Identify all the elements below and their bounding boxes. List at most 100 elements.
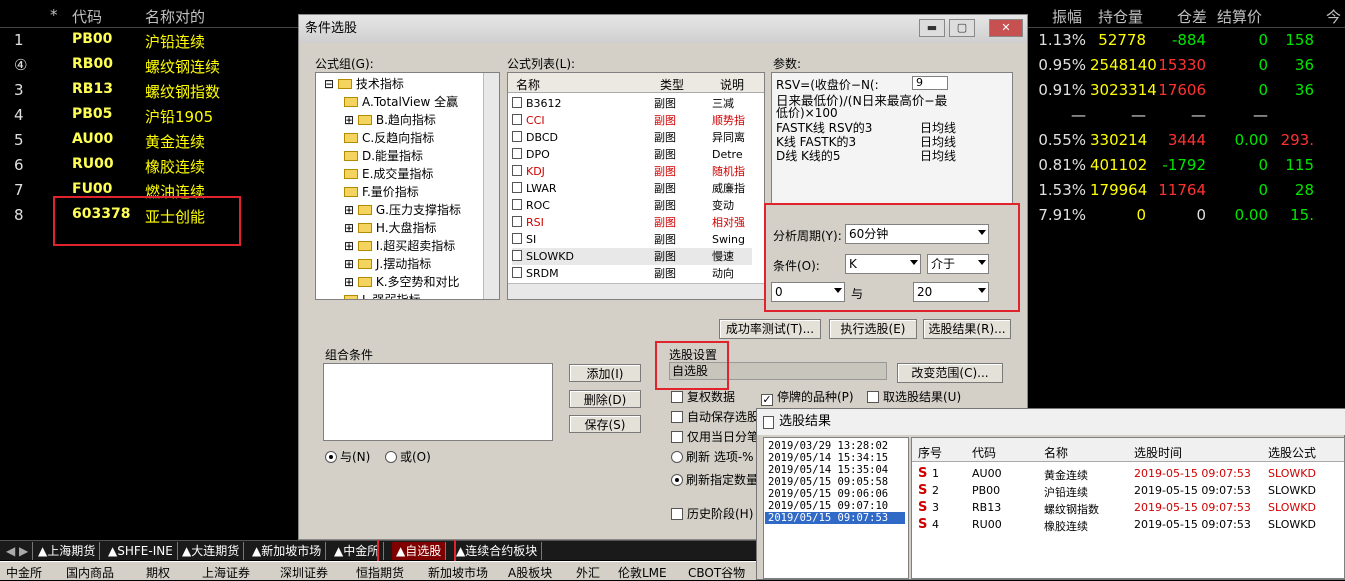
formula-row[interactable]: ROC 副图 变动 <box>512 197 752 214</box>
result-titlebar[interactable]: 选股结果 <box>757 409 1345 435</box>
col-star[interactable]: * <box>50 6 58 24</box>
btab-cffex[interactable]: 中金所 <box>6 564 42 581</box>
tree-item[interactable]: ⊞ I.超买超卖指标 <box>344 237 455 254</box>
tab-nav-arrows[interactable]: ◀ ▶ <box>2 542 34 560</box>
result-time-item[interactable]: 2019/05/15 09:07:10 <box>768 500 888 512</box>
result-time-list[interactable]: 2019/03/29 13:28:02 2019/05/14 15:34:15 20… <box>763 437 909 579</box>
formula-row[interactable]: LWAR 副图 威廉指 <box>512 180 752 197</box>
tab-shanghai-futures[interactable]: ▲上海期货 <box>34 542 101 560</box>
chk-history[interactable]: 历史阶段(H) <box>671 505 753 522</box>
expand-icon[interactable]: ⊞ <box>344 257 358 271</box>
result-time-item[interactable]: 2019/05/14 15:34:15 <box>768 452 888 464</box>
result-row[interactable]: S 3 RB13 螺纹钢指数 2019-05-15 09:07:53 SLOWKD <box>912 500 1344 517</box>
expand-icon[interactable]: ⊞ <box>344 221 358 235</box>
col-code[interactable]: 代码 <box>72 6 102 27</box>
minimize-button[interactable]: ▬ <box>919 19 945 37</box>
dialog-titlebar[interactable]: 条件选股 <box>299 15 1027 43</box>
rh-time[interactable]: 选股时间 <box>1134 444 1182 461</box>
chk-autosave[interactable]: 自动保存选股 <box>671 408 759 425</box>
result-time-item[interactable]: 2019/05/14 15:35:04 <box>768 464 888 476</box>
btab-sh-sec[interactable]: 上海证券 <box>202 564 250 581</box>
col-zhenfu[interactable]: 振幅 <box>1052 6 1082 27</box>
delete-button[interactable]: 删除(D) <box>569 390 641 408</box>
btab-cbot[interactable]: CBOT谷物 <box>688 564 745 581</box>
radio-and[interactable]: 与(N) <box>325 448 370 465</box>
expand-icon[interactable]: ⊞ <box>344 275 358 289</box>
result-time-item[interactable]: 2019/05/15 09:06:06 <box>768 488 888 500</box>
rh-code[interactable]: 代码 <box>972 444 996 461</box>
expand-icon[interactable]: ⊞ <box>344 113 358 127</box>
btab-options[interactable]: 期权 <box>146 564 170 581</box>
change-range-button[interactable]: 改变范围(C)... <box>897 363 1003 383</box>
btab-lme[interactable]: 伦敦LME <box>618 564 667 581</box>
close-button[interactable]: ✕ <box>989 19 1023 37</box>
formula-row[interactable]: KDJ 副图 随机指 <box>512 163 752 180</box>
rh-formula[interactable]: 选股公式 <box>1268 444 1316 461</box>
tab-shfe-ine[interactable]: ▲SHFE-INE <box>104 542 178 560</box>
result-row[interactable]: S 4 RU00 橡胶连续 2019-05-15 09:07:53 SLOWKD <box>912 517 1344 534</box>
formula-list[interactable]: 名称 类型 说明 B3612 副图 三减 CCI 副图 顺势指 DBCD 副图 异同离 DPO 副图… <box>507 72 765 300</box>
result-table[interactable]: 序号 代码 名称 选股时间 选股公式 S 1 AU00 黄金连续 2019-05-15 … <box>911 437 1345 579</box>
chk-today[interactable]: 仅用当日分笔 <box>671 428 759 445</box>
chk-halted[interactable]: ✓ 停牌的品种(P) <box>761 388 854 406</box>
formula-row[interactable]: SI 副图 Swing <box>512 231 752 248</box>
chk-fuquan[interactable]: 复权数据 <box>671 388 735 405</box>
save-button[interactable]: 保存(S) <box>569 415 641 433</box>
tree-item[interactable]: ⊞ G.压力支撑指标 <box>344 201 461 218</box>
formula-list-hscroll[interactable] <box>508 283 764 299</box>
tree-item[interactable]: ⊞ H.大盘指标 <box>344 219 437 236</box>
rh-name[interactable]: 名称 <box>1044 444 1068 461</box>
btab-domestic[interactable]: 国内商品 <box>66 564 114 581</box>
header-type[interactable]: 类型 <box>660 76 684 93</box>
result-row[interactable]: S 1 AU00 黄金连续 2019-05-15 09:07:53 SLOWKD <box>912 466 1344 483</box>
header-desc[interactable]: 说明 <box>720 76 744 93</box>
col-cangcha[interactable]: 仓差 <box>1177 6 1207 27</box>
tree-root[interactable]: ⊟ 技术指标 <box>324 75 404 92</box>
col-jin[interactable]: 今 <box>1326 6 1341 27</box>
select-result-button[interactable]: 选股结果(R)... <box>923 319 1011 339</box>
formula-row[interactable]: DPO 副图 Detre <box>512 146 752 163</box>
formula-row[interactable]: SLOWKD 副图 慢速 <box>512 248 752 265</box>
tree-item[interactable]: ⊞ J.摆动指标 <box>344 255 431 272</box>
chk-remove[interactable]: 取选股结果(U) <box>867 388 961 405</box>
rh-no[interactable]: 序号 <box>918 444 942 461</box>
radio-refresh-count[interactable]: 刷新指定数量 <box>671 471 758 488</box>
header-name[interactable]: 名称 <box>516 76 540 93</box>
tree-scrollbar[interactable] <box>483 73 499 299</box>
result-time-item[interactable]: 2019/05/15 09:05:58 <box>768 476 888 488</box>
tree-item[interactable]: E.成交量指标 <box>344 165 433 182</box>
btab-singapore[interactable]: 新加坡市场 <box>428 564 488 581</box>
result-row[interactable]: S 2 PB00 沪铅连续 2019-05-15 09:07:53 SLOWKD <box>912 483 1344 500</box>
tab-singapore[interactable]: ▲新加坡市场 <box>248 542 327 560</box>
tab-dalian-futures[interactable]: ▲大连期货 <box>178 542 245 560</box>
tree-item[interactable]: F.量价指标 <box>344 183 419 200</box>
btab-hsi[interactable]: 恒指期货 <box>356 564 404 581</box>
tree-item[interactable]: ⊞ K.多空势和对比 <box>344 273 460 290</box>
tree-item[interactable]: C.反趋向指标 <box>344 129 434 146</box>
formula-row[interactable]: DBCD 副图 异同离 <box>512 129 752 146</box>
success-rate-button[interactable]: 成功率测试(T)... <box>719 319 821 339</box>
maximize-button[interactable]: ▢ <box>949 19 975 37</box>
tab-continuous[interactable]: ▲连续合约板块 <box>452 542 543 560</box>
result-time-item[interactable]: 2019/03/29 13:28:02 <box>768 440 888 452</box>
combo-cond-list[interactable] <box>323 363 553 441</box>
formula-row[interactable]: B3612 副图 三减 <box>512 95 752 112</box>
tree-item[interactable]: D.能量指标 <box>344 147 423 164</box>
radio-or[interactable]: 或(O) <box>385 448 431 465</box>
formula-group-tree[interactable]: ⊟ 技术指标 A.TotalView 全赢 ⊞ B.趋向指标 C.反趋向指标 D.… <box>315 72 500 300</box>
result-time-item[interactable]: 2019/05/15 09:07:53 <box>765 512 905 524</box>
formula-row[interactable]: CCI 副图 顺势指 <box>512 112 752 129</box>
col-name[interactable]: 名称对的 <box>145 6 205 27</box>
col-jiesuan[interactable]: 结算价 <box>1217 6 1262 27</box>
formula-row[interactable]: SRDM 副图 动向 <box>512 265 752 282</box>
btab-sz-sec[interactable]: 深圳证券 <box>280 564 328 581</box>
tree-item[interactable]: A.TotalView 全赢 <box>344 93 458 110</box>
add-button[interactable]: 添加(I) <box>569 364 641 382</box>
btab-fx[interactable]: 外汇 <box>576 564 600 581</box>
param-n-input[interactable]: 9 <box>912 76 948 90</box>
execute-select-button[interactable]: 执行选股(E) <box>829 319 917 339</box>
expand-icon[interactable]: ⊞ <box>344 239 358 253</box>
col-chicang[interactable]: 持仓量 <box>1098 6 1143 27</box>
tree-item[interactable]: ⊞ B.趋向指标 <box>344 111 436 128</box>
radio-refresh[interactable]: 刷新 选项-% <box>671 448 754 465</box>
